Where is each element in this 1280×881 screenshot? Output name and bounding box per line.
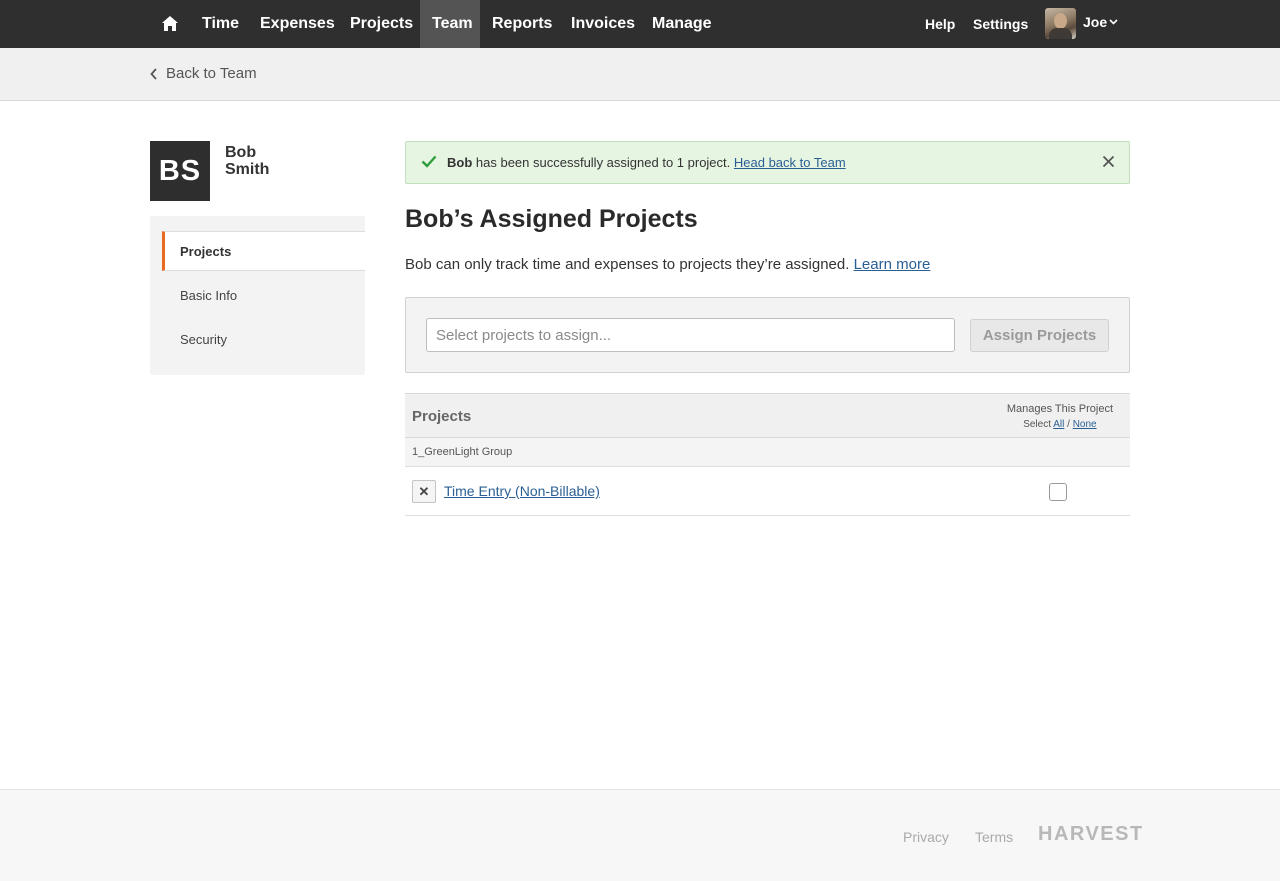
sidenav-item-basic-info[interactable]: Basic Info — [162, 276, 365, 316]
success-alert: Bob has been successfully assigned to 1 … — [405, 141, 1130, 184]
harvest-logo[interactable]: HARVEST — [1038, 823, 1144, 846]
person-name: Bob Smith — [225, 144, 269, 178]
flash-name: Bob — [447, 155, 473, 170]
select-separator: / — [1064, 419, 1073, 430]
intro-text-body: Bob can only track time and expenses to … — [405, 256, 854, 273]
chevron-left-icon — [150, 67, 157, 80]
user-name: Joe — [1083, 14, 1108, 30]
nav-item-expenses[interactable]: Expenses — [248, 0, 347, 48]
project-link[interactable]: Time Entry (Non-Billable) — [444, 483, 600, 499]
projects-column-header: Projects — [412, 408, 472, 425]
avatar — [1045, 8, 1076, 39]
terms-link[interactable]: Terms — [975, 829, 1013, 845]
person-first-name: Bob — [225, 144, 257, 161]
assign-projects-button[interactable]: Assign Projects — [970, 319, 1109, 352]
projects-table: Projects Manages This Project Select All… — [405, 393, 1130, 516]
back-to-team-link[interactable]: Back to Team — [150, 65, 257, 82]
chevron-down-icon — [1109, 19, 1118, 25]
head-back-to-team-link[interactable]: Head back to Team — [734, 155, 846, 170]
person-initials-avatar: BS — [150, 141, 210, 201]
remove-project-button[interactable]: ✕ — [412, 480, 436, 503]
select-label: Select — [1023, 419, 1051, 430]
manages-column-header: Manages This Project Select All / None — [1007, 402, 1113, 432]
manages-project-checkbox[interactable] — [1049, 483, 1067, 501]
nav-item-reports[interactable]: Reports — [480, 0, 564, 48]
flash-message: has been successfully assigned to 1 proj… — [472, 155, 734, 170]
sub-header: Back to Team — [0, 48, 1280, 101]
sidenav-item-projects[interactable]: Projects — [162, 231, 365, 271]
learn-more-link[interactable]: Learn more — [854, 256, 931, 273]
manages-label: Manages This Project — [1006, 403, 1113, 415]
intro-text: Bob can only track time and expenses to … — [405, 256, 930, 273]
person-last-name: Smith — [225, 161, 270, 178]
select-all-none: Select All / None — [1007, 417, 1113, 432]
footer: Privacy Terms HARVEST — [0, 789, 1280, 881]
back-link-label: Back to Team — [166, 65, 257, 82]
select-all-link[interactable]: All — [1053, 419, 1064, 430]
top-nav: Time Expenses Projects Team Reports Invo… — [0, 0, 1280, 48]
client-name: 1_GreenLight Group — [412, 446, 513, 458]
client-group-row: 1_GreenLight Group — [405, 438, 1130, 467]
table-header: Projects Manages This Project Select All… — [405, 393, 1130, 438]
close-icon[interactable] — [1102, 155, 1115, 168]
success-message: Bob has been successfully assigned to 1 … — [447, 155, 846, 170]
settings-link[interactable]: Settings — [973, 0, 1028, 48]
sidenav-item-security[interactable]: Security — [162, 320, 365, 360]
select-none-link[interactable]: None — [1073, 419, 1097, 430]
home-link[interactable] — [150, 0, 190, 48]
page-title: Bob’s Assigned Projects — [405, 205, 698, 233]
help-link[interactable]: Help — [925, 0, 955, 48]
nav-item-team[interactable]: Team — [420, 0, 480, 48]
nav-item-projects[interactable]: Projects — [338, 0, 425, 48]
nav-item-time[interactable]: Time — [190, 0, 251, 48]
nav-item-invoices[interactable]: Invoices — [559, 0, 647, 48]
privacy-link[interactable]: Privacy — [903, 829, 949, 845]
nav-item-manage[interactable]: Manage — [640, 0, 724, 48]
home-icon — [162, 16, 178, 31]
select-projects-input[interactable] — [426, 318, 955, 352]
checkmark-icon — [421, 155, 437, 168]
table-row: ✕ Time Entry (Non-Billable) — [405, 467, 1130, 516]
assign-projects-box: Assign Projects — [405, 297, 1130, 373]
side-nav: Projects Basic Info Security — [150, 216, 365, 375]
